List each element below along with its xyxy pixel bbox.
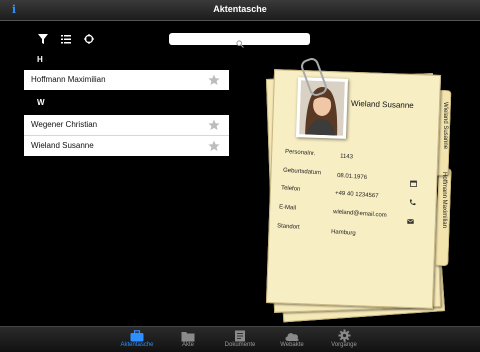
contact-list-w: Wegener Christian Wieland Susanne (24, 115, 229, 156)
star-icon[interactable] (208, 119, 220, 131)
tab-dokumente[interactable]: Dokumente (218, 327, 262, 352)
folder-tab-label: Wieland Susanne (442, 102, 448, 150)
filter-icon[interactable] (38, 34, 48, 44)
phone-icon[interactable] (409, 199, 416, 206)
briefcase-icon (130, 330, 144, 342)
section-header-w: W (37, 98, 45, 107)
field-value-personalnr: 1143 (339, 153, 354, 161)
tab-webakte[interactable]: Webakte (272, 327, 312, 352)
search-icon (236, 35, 244, 48)
bottom-tab-bar: Aktentasche Akte Dokumente Webakte Vorgä… (0, 326, 480, 352)
tab-label: Aktentasche (120, 342, 154, 348)
list-item[interactable]: Wegener Christian (24, 115, 229, 136)
list-item[interactable]: Hoffmann Maximilian (24, 70, 229, 90)
tab-aktentasche[interactable]: Aktentasche (112, 327, 162, 352)
crosshair-icon[interactable] (84, 34, 94, 44)
gear-icon (338, 329, 350, 342)
tab-label: Dokumente (224, 342, 256, 348)
employee-card-folder: Wieland Susanne Hoffmann Maximilian Wiel… (255, 50, 475, 323)
tab-label: Vorgänge (331, 342, 357, 348)
calendar-icon[interactable] (410, 180, 417, 187)
field-label-email: E-Mail (278, 204, 297, 212)
page-title: Aktentasche (213, 4, 267, 14)
tab-akte[interactable]: Akte (168, 327, 208, 352)
section-header-h: H (37, 55, 43, 64)
folder-tab-label: Hoffmann Maximilian (441, 172, 447, 228)
document-icon (235, 330, 245, 342)
contact-name: Hoffmann Maximilian (31, 75, 106, 84)
contact-list-h: Hoffmann Maximilian (24, 70, 229, 90)
star-icon[interactable] (208, 140, 220, 152)
tab-label: Akte (181, 342, 194, 348)
cloud-icon (285, 333, 299, 341)
contact-name: Wieland Susanne (31, 141, 94, 150)
star-icon[interactable] (208, 74, 220, 86)
field-label-telefon: Telefon (280, 185, 301, 193)
folder-icon (181, 332, 195, 342)
tab-vorgaenge[interactable]: Vorgänge (322, 327, 366, 352)
tab-label: Webakte (280, 342, 304, 348)
list-item[interactable]: Wieland Susanne (24, 136, 229, 156)
mail-icon[interactable] (407, 218, 414, 225)
top-navigation-bar: i Aktentasche (0, 0, 480, 21)
contact-name: Wegener Christian (31, 120, 98, 129)
list-icon[interactable] (61, 34, 71, 44)
